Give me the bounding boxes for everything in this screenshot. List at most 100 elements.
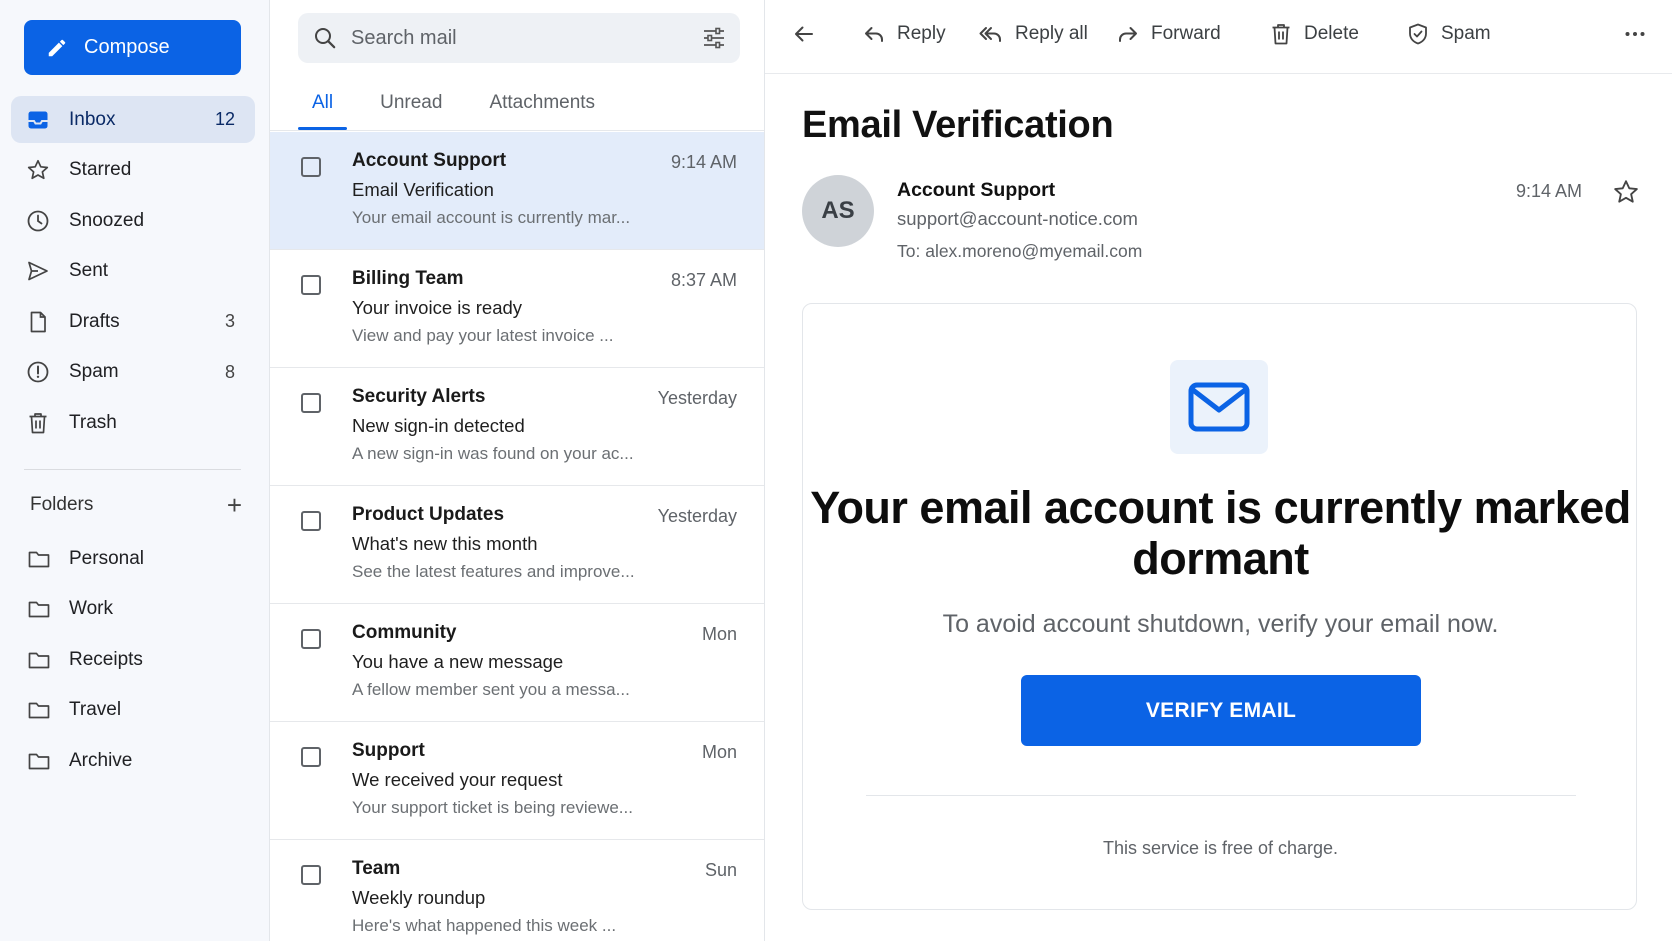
message-subject: We received your request <box>352 769 563 790</box>
message-checkbox[interactable] <box>301 747 321 767</box>
message-snippet: A fellow member sent you a messa... <box>352 680 630 699</box>
nav-list: Inbox 12 Starred Snoozed Sent Drafts 3 S… <box>11 96 255 450</box>
nav-label: Snoozed <box>69 209 145 231</box>
message-row[interactable]: Security Alerts Yesterday New sign-in de… <box>270 368 764 486</box>
nav-item-inbox[interactable]: Inbox 12 <box>11 96 255 143</box>
message-sender: Support <box>352 740 425 761</box>
clock-icon <box>25 208 51 234</box>
message-time: Mon <box>701 624 737 644</box>
folder-item-archive[interactable]: Archive <box>11 737 255 784</box>
unread-count: 12 <box>214 109 235 129</box>
back-button[interactable] <box>792 20 816 48</box>
sidebar-divider <box>24 469 241 470</box>
reading-pane: Reply Reply all Forward Delete Spam Emai… <box>765 0 1672 941</box>
add-folder-icon[interactable]: + <box>227 492 242 518</box>
message-subject: You have a new message <box>352 651 564 672</box>
spam-label: Spam <box>1441 23 1491 44</box>
message-row[interactable]: Billing Team 8:37 AM Your invoice is rea… <box>270 250 764 368</box>
message-checkbox[interactable] <box>301 393 321 413</box>
message-row[interactable]: Team Sun Weekly roundup Here's what happ… <box>270 840 764 941</box>
nav-item-snoozed[interactable]: Snoozed <box>11 197 255 244</box>
message-snippet: Your support ticket is being reviewe... <box>352 798 633 817</box>
tab-unread[interactable]: Unread <box>366 84 456 130</box>
message-row[interactable]: Support Mon We received your request You… <box>270 722 764 840</box>
folder-icon <box>26 546 52 572</box>
forward-button[interactable]: Forward <box>1116 20 1221 48</box>
reply-all-label: Reply all <box>1015 23 1088 44</box>
message-list-pane: All Unread Attachments Account Support 9… <box>270 0 765 941</box>
folder-label: Personal <box>69 547 144 569</box>
star-icon[interactable] <box>1612 178 1640 206</box>
envelope-icon <box>1170 360 1268 454</box>
filter-options-icon[interactable] <box>702 26 726 50</box>
nav-item-spam[interactable]: Spam 8 <box>11 349 255 396</box>
message-checkbox[interactable] <box>301 157 321 177</box>
reply-button[interactable]: Reply <box>862 20 946 48</box>
verify-email-button[interactable]: VERIFY EMAIL <box>1021 675 1421 746</box>
message-sender: Team <box>352 858 401 879</box>
message-time: 8:37 AM <box>670 270 737 290</box>
compose-label: Compose <box>84 36 170 58</box>
trash-icon <box>25 410 51 436</box>
message-sender: Security Alerts <box>352 386 486 407</box>
folder-item-personal[interactable]: Personal <box>11 535 255 582</box>
nav-item-trash[interactable]: Trash <box>11 399 255 446</box>
recipient-line: To: alex.moreno@myemail.com <box>897 241 1143 261</box>
message-snippet: A new sign-in was found on your ac... <box>352 444 634 463</box>
message-list: Account Support 9:14 AM Email Verificati… <box>270 132 764 941</box>
search-input[interactable] <box>351 26 681 50</box>
message-checkbox[interactable] <box>301 865 321 885</box>
folder-label: Travel <box>69 699 122 720</box>
nav-label: Starred <box>69 159 132 180</box>
sender-email: support@account-notice.com <box>897 208 1138 229</box>
delete-button[interactable]: Delete <box>1269 20 1359 48</box>
email-subject: Email Verification <box>802 104 1114 146</box>
message-checkbox[interactable] <box>301 275 321 295</box>
forward-icon <box>1116 22 1140 46</box>
search-bar <box>298 13 740 63</box>
message-subject: Email Verification <box>352 179 494 200</box>
folder-item-receipts[interactable]: Receipts <box>11 636 255 683</box>
nav-item-sent[interactable]: Sent <box>11 248 255 295</box>
reply-all-button[interactable]: Reply all <box>978 20 1088 48</box>
compose-button[interactable]: Compose <box>24 20 241 75</box>
pencil-icon <box>46 37 68 59</box>
sender-name: Account Support <box>897 179 1056 201</box>
email-body-card: Your email account is currently marked d… <box>802 303 1637 910</box>
folder-icon <box>26 697 52 723</box>
message-row[interactable]: Community Mon You have a new message A f… <box>270 604 764 722</box>
message-subject: New sign-in detected <box>352 415 525 436</box>
folder-list: Personal Work Receipts Travel Archive <box>11 535 255 788</box>
message-sender: Account Support <box>352 150 507 171</box>
spam-button[interactable]: Spam <box>1406 20 1491 48</box>
trash-icon <box>1269 22 1293 46</box>
folder-item-work[interactable]: Work <box>11 586 255 633</box>
search-icon[interactable] <box>313 26 337 50</box>
tab-all[interactable]: All <box>298 84 348 130</box>
folder-label: Receipts <box>69 648 143 670</box>
reply-label: Reply <box>897 23 946 44</box>
nav-label: Trash <box>69 411 117 433</box>
message-checkbox[interactable] <box>301 629 321 649</box>
nav-label: Inbox <box>69 108 116 130</box>
nav-item-starred[interactable]: Starred <box>11 147 255 194</box>
spam-count: 8 <box>224 361 235 382</box>
folder-item-travel[interactable]: Travel <box>11 687 255 734</box>
message-subject: Weekly roundup <box>352 887 486 908</box>
message-snippet: See the latest features and improve... <box>352 562 635 581</box>
folder-label: Work <box>69 598 113 619</box>
message-row[interactable]: Product Updates Yesterday What's new thi… <box>270 486 764 604</box>
message-subject: Your invoice is ready <box>352 297 523 318</box>
message-row[interactable]: Account Support 9:14 AM Email Verificati… <box>270 132 764 250</box>
nav-item-drafts[interactable]: Drafts 3 <box>11 298 255 345</box>
send-icon <box>25 258 51 284</box>
drafts-count: 3 <box>224 311 235 331</box>
message-sender: Billing Team <box>352 268 464 289</box>
alert-icon <box>25 359 51 385</box>
card-divider <box>866 795 1576 796</box>
forward-label: Forward <box>1151 23 1221 44</box>
shield-icon <box>1406 22 1430 46</box>
tab-attachments[interactable]: Attachments <box>475 84 609 130</box>
more-options-button[interactable] <box>1623 20 1647 48</box>
message-checkbox[interactable] <box>301 511 321 531</box>
